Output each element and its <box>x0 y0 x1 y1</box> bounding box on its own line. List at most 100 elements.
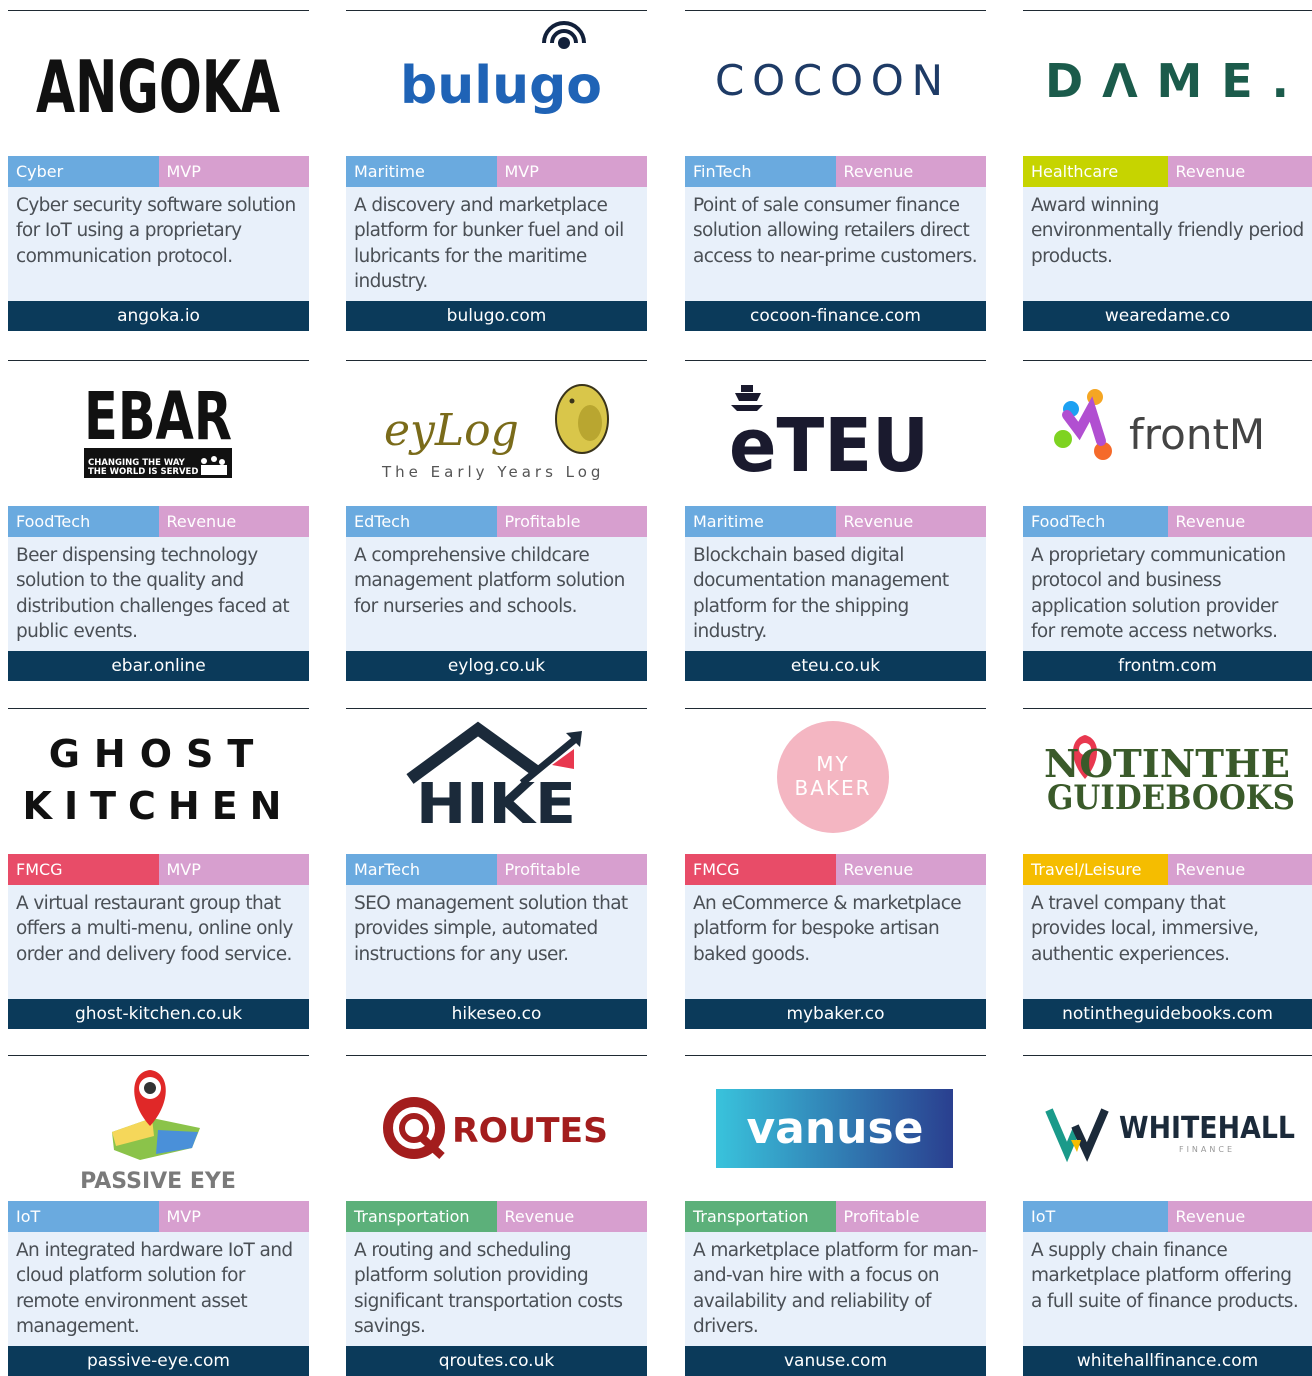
company-url[interactable]: qroutes.co.uk <box>346 1346 647 1376</box>
company-description: Point of sale consumer finance solution … <box>685 187 986 301</box>
logo-text: EBAR <box>84 378 232 455</box>
bulugo-logo: bulugo <box>346 11 647 156</box>
company-description: A discovery and marketplace platform for… <box>346 187 647 301</box>
sector-tag: FoodTech <box>8 506 159 537</box>
logo-subtitle: The Early Years Log <box>381 463 604 481</box>
logo-text: GHOST <box>49 732 268 776</box>
stage-tag: Revenue <box>159 506 310 537</box>
sector-tag: Maritime <box>685 506 836 537</box>
whitehall-logo: WHITEHALL FINANCE <box>1023 1056 1312 1201</box>
logo-text: eyLog <box>384 405 519 456</box>
logo-text: HIKE <box>416 772 576 837</box>
eylog-logo: eyLog The Early Years Log <box>346 361 647 506</box>
stage-tag: Revenue <box>836 854 987 885</box>
company-description: A supply chain finance marketplace platf… <box>1023 1232 1312 1346</box>
company-url[interactable]: notintheguidebooks.com <box>1023 999 1312 1029</box>
logo-text: bulugo <box>400 56 602 116</box>
stage-tag: Revenue <box>497 1201 648 1232</box>
cocoon-logo: COCOON <box>685 11 986 156</box>
company-description: A virtual restaurant group that offers a… <box>8 885 309 999</box>
company-description: A routing and scheduling platform soluti… <box>346 1232 647 1346</box>
logo-subtitle: FINANCE <box>1179 1145 1235 1154</box>
logo-subtitle: BAKER <box>794 776 871 800</box>
map-tiles-icon <box>112 1118 200 1160</box>
logo-text: COCOON <box>715 56 955 105</box>
map-pin-icon <box>134 1070 166 1126</box>
sector-tag: IoT <box>8 1201 159 1232</box>
company-url[interactable]: whitehallfinance.com <box>1023 1346 1312 1376</box>
sector-tag: MarTech <box>346 854 497 885</box>
logo-subtitle: GUIDEBOOKS <box>1047 778 1295 818</box>
vanuse-logo: vanuse <box>685 1056 986 1201</box>
stage-tag: Revenue <box>1168 506 1312 537</box>
stage-tag: Revenue <box>1168 156 1312 187</box>
mybaker-logo: MY BAKER <box>685 709 986 854</box>
stage-tag: MVP <box>497 156 648 187</box>
angoka-logo: ANGOKA <box>8 11 309 156</box>
passive-eye-logo: PASSIVE EYE <box>8 1056 309 1201</box>
logo-text: DΛME. <box>1045 54 1289 108</box>
logo-subtitle: KITCHEN <box>23 784 294 828</box>
company-url[interactable]: bulugo.com <box>346 301 647 331</box>
company-description: A travel company that provides local, im… <box>1023 885 1312 999</box>
company-url[interactable]: ebar.online <box>8 651 309 681</box>
stage-tag: Profitable <box>497 506 648 537</box>
logo-text: vanuse <box>746 1103 923 1154</box>
elephant-icon <box>556 385 608 453</box>
logo-text: ANGOKA <box>36 45 280 129</box>
stage-tag: Revenue <box>1168 1201 1312 1232</box>
stage-tag: Profitable <box>836 1201 987 1232</box>
sector-tag: Healthcare <box>1023 156 1168 187</box>
dame-logo: DΛME. <box>1023 11 1312 156</box>
company-description: Cyber security software solution for IoT… <box>8 187 309 301</box>
frontm-molecule-icon <box>1054 389 1112 460</box>
stage-tag: Revenue <box>1168 854 1312 885</box>
company-description: SEO management solution that provides si… <box>346 885 647 999</box>
company-url[interactable]: eylog.co.uk <box>346 651 647 681</box>
company-url[interactable]: wearedame.co <box>1023 301 1312 331</box>
company-description: A proprietary communication protocol and… <box>1023 537 1312 651</box>
sector-tag: Cyber <box>8 156 159 187</box>
company-description: An integrated hardware IoT and cloud pla… <box>8 1232 309 1346</box>
company-description: Beer dispensing technology solution to t… <box>8 537 309 651</box>
logo-text: PASSIVE EYE <box>80 1169 236 1194</box>
company-url[interactable]: ghost-kitchen.co.uk <box>8 999 309 1029</box>
sector-tag: Maritime <box>346 156 497 187</box>
sector-tag: IoT <box>1023 1201 1168 1232</box>
company-url[interactable]: passive-eye.com <box>8 1346 309 1376</box>
ebar-logo: EBAR CHANGING THE WAY THE WORLD IS SERVE… <box>8 361 309 506</box>
company-description: A marketplace platform for man-and-van h… <box>685 1232 986 1346</box>
company-description: An eCommerce & marketplace platform for … <box>685 885 986 999</box>
qroutes-logo: ROUTES <box>346 1056 647 1201</box>
company-url[interactable]: eteu.co.uk <box>685 651 986 681</box>
sector-tag: FoodTech <box>1023 506 1168 537</box>
company-description: Blockchain based digital documentation m… <box>685 537 986 651</box>
logo-text: MY <box>816 752 849 776</box>
hike-logo: HIKE <box>346 709 647 854</box>
logo-text: frontM <box>1129 410 1265 459</box>
company-url[interactable]: angoka.io <box>8 301 309 331</box>
frontm-logo: frontM <box>1023 361 1312 506</box>
notintheguidebooks-logo: NOTINTHE GUIDEBOOKS <box>1023 709 1312 854</box>
company-url[interactable]: cocoon-finance.com <box>685 301 986 331</box>
logo-text: ROUTES <box>452 1111 608 1151</box>
company-url[interactable]: frontm.com <box>1023 651 1312 681</box>
stage-tag: MVP <box>159 854 310 885</box>
stage-tag: Revenue <box>836 156 987 187</box>
sector-tag: EdTech <box>346 506 497 537</box>
qroutes-q-icon <box>388 1102 442 1156</box>
company-url[interactable]: vanuse.com <box>685 1346 986 1376</box>
company-url[interactable]: hikeseo.co <box>346 999 647 1029</box>
stage-tag: Revenue <box>836 506 987 537</box>
signal-icon <box>544 23 584 49</box>
logo-text: eTEU <box>729 403 929 489</box>
sector-tag: FMCG <box>685 854 836 885</box>
eteu-logo: eTEU <box>685 361 986 506</box>
svg-text:THE WORLD IS SERVED: THE WORLD IS SERVED <box>88 467 198 477</box>
ghost-kitchen-logo: GHOST KITCHEN <box>8 709 309 854</box>
company-url[interactable]: mybaker.co <box>685 999 986 1029</box>
sector-tag: FinTech <box>685 156 836 187</box>
whitehall-w-icon <box>1049 1110 1105 1152</box>
sector-tag: FMCG <box>8 854 159 885</box>
company-description: A comprehensive childcare management pla… <box>346 537 647 651</box>
